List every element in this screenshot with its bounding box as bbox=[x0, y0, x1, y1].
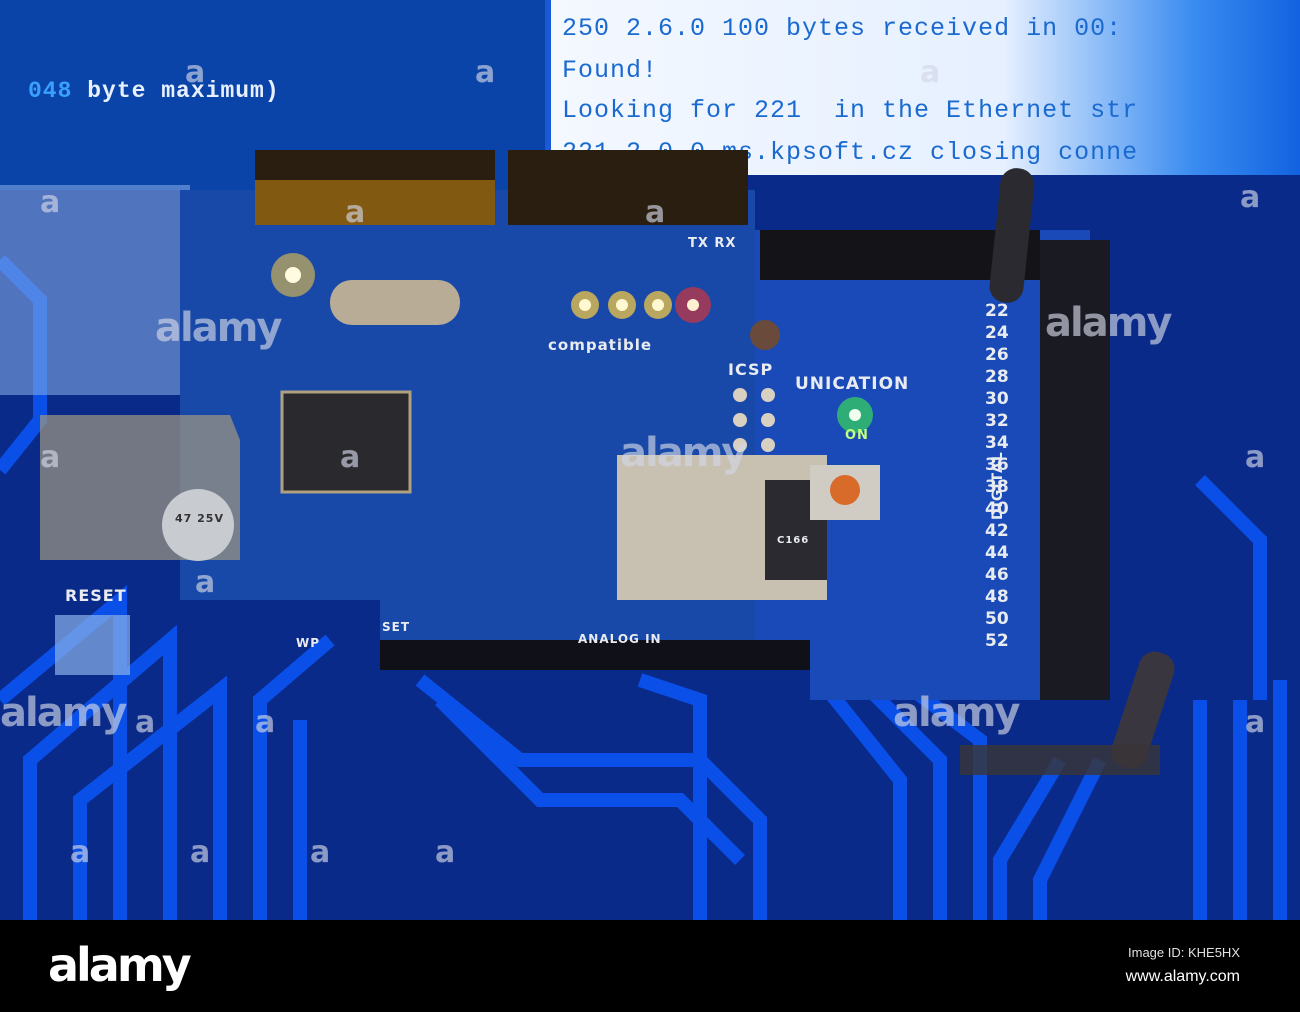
icsp-label: ICSP bbox=[728, 360, 774, 379]
set-label: SET bbox=[382, 620, 411, 634]
watermark: alamy bbox=[0, 690, 127, 736]
compatible-label: compatible bbox=[548, 336, 653, 354]
watermark-small: a bbox=[70, 835, 91, 870]
txrx-label: TX RX bbox=[688, 236, 736, 251]
rx-label: RX bbox=[714, 236, 737, 251]
watermark: alamy bbox=[1045, 300, 1172, 346]
watermark-small: a bbox=[1240, 180, 1261, 215]
image-id: Image ID: KHE5HX bbox=[1128, 945, 1240, 960]
wp-label: WP bbox=[296, 636, 321, 650]
capacitor bbox=[162, 489, 234, 561]
pin-number: 44 bbox=[985, 543, 1009, 563]
pin-number: 28 bbox=[985, 367, 1009, 387]
watermark-small: a bbox=[475, 55, 496, 90]
pin-number: 32 bbox=[985, 411, 1009, 431]
ethernet-jack bbox=[0, 185, 190, 395]
digital-pin-numbers: 22 24 26 28 30 32 34 36 38 40 42 44 46 4… bbox=[985, 300, 1009, 652]
watermark: alamy bbox=[620, 430, 747, 476]
watermark-small: a bbox=[40, 185, 61, 220]
watermark-small: a bbox=[435, 835, 456, 870]
pin-number: 40 bbox=[985, 499, 1009, 519]
on-led-label: ON bbox=[845, 428, 869, 443]
watermark-small: a bbox=[310, 835, 331, 870]
enclosure-edge bbox=[960, 745, 1160, 775]
watermark-small: a bbox=[190, 835, 211, 870]
pin-number: 50 bbox=[985, 609, 1009, 629]
watermark-small: a bbox=[340, 440, 361, 475]
alamy-logo: alamy bbox=[48, 938, 192, 992]
pin-number: 52 bbox=[985, 631, 1009, 651]
crystal-oscillator bbox=[330, 280, 460, 325]
watermark: alamy bbox=[155, 305, 282, 351]
watermark-small: a bbox=[1245, 705, 1266, 740]
pin-number: 38 bbox=[985, 477, 1009, 497]
watermark-small: a bbox=[135, 705, 156, 740]
pin-number: 24 bbox=[985, 323, 1009, 343]
sd-chip-label: C166 bbox=[777, 535, 810, 546]
footer-bar: alamy Image ID: KHE5HX www.alamy.com bbox=[0, 920, 1300, 1012]
pin-number: 46 bbox=[985, 565, 1009, 585]
header-right bbox=[508, 150, 748, 225]
pin-number: 22 bbox=[985, 301, 1009, 321]
reset-label: RESET bbox=[65, 586, 127, 605]
pin-number: 36 bbox=[985, 455, 1009, 475]
watermark: alamy bbox=[893, 690, 1020, 736]
pin-number: 30 bbox=[985, 389, 1009, 409]
pin-number: 34 bbox=[985, 433, 1009, 453]
stock-photo: 048 byte maximum) 250 2.6.0 100 bytes re… bbox=[0, 0, 1300, 920]
watermark-small: a bbox=[195, 565, 216, 600]
communication-label: UNICATION bbox=[795, 374, 910, 394]
component-pin bbox=[750, 320, 780, 350]
pin-number: 48 bbox=[985, 587, 1009, 607]
reset-button bbox=[55, 615, 130, 675]
watermark-small: a bbox=[255, 705, 276, 740]
pin-number: 26 bbox=[985, 345, 1009, 365]
watermark-small: a bbox=[40, 440, 61, 475]
tx-label: TX bbox=[688, 236, 709, 251]
watermark-small: a bbox=[645, 195, 666, 230]
watermark-small: a bbox=[185, 55, 206, 90]
site-url: www.alamy.com bbox=[1125, 968, 1240, 985]
watermark-small: a bbox=[345, 195, 366, 230]
watermark-small: a bbox=[920, 55, 941, 90]
analog-label: ANALOG IN bbox=[578, 632, 662, 646]
watermark-small: a bbox=[1245, 440, 1266, 475]
capacitor-label: 47 25V bbox=[175, 512, 224, 525]
pin-number: 42 bbox=[985, 521, 1009, 541]
